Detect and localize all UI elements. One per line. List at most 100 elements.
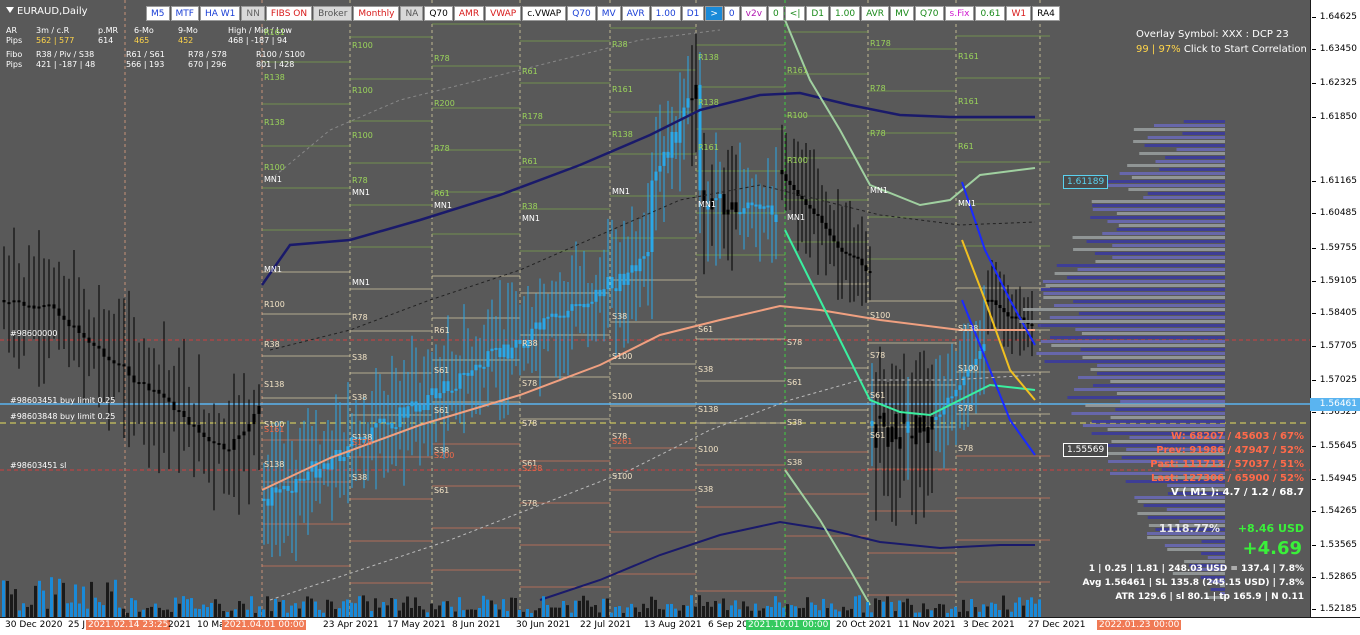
volume-profile-bar xyxy=(1043,292,1225,295)
volume-profile-bar xyxy=(1166,508,1225,511)
level-label: MN1 xyxy=(698,200,716,209)
time-axis[interactable]: 30 Dec 2020 25 J 2021.02.14 23:25 2021 10 Ma… xyxy=(0,617,1360,635)
candle-body xyxy=(302,478,306,481)
volume-bar xyxy=(342,601,345,617)
volume-bar xyxy=(366,601,369,617)
order-label[interactable]: #98603848 buy limit 0.25 xyxy=(10,412,115,421)
volume-bar xyxy=(122,608,125,617)
volume-profile-bar xyxy=(1116,392,1225,395)
volume-profile-bar xyxy=(1107,220,1225,223)
correlation-link[interactable]: 99 | 97% Click to Start Correlation xyxy=(1136,42,1307,57)
order-label[interactable]: #98603451 sl xyxy=(10,461,66,470)
toolbar-button[interactable]: MTF xyxy=(170,6,199,21)
toolbar-button[interactable]: > xyxy=(705,6,723,21)
candle-body xyxy=(506,344,510,359)
toolbar-button[interactable]: Q70 xyxy=(567,6,596,21)
stats-value: 465 xyxy=(134,36,150,45)
toolbar-button[interactable]: RA4 xyxy=(1032,6,1060,21)
candle-body xyxy=(722,194,726,215)
toolbar-button[interactable]: 1.00 xyxy=(830,6,861,21)
volume-profile-bar xyxy=(1119,172,1225,175)
volume-bar xyxy=(150,606,153,617)
volume-bar xyxy=(250,596,253,617)
toolbar-button[interactable]: VWAP xyxy=(485,6,522,21)
candle-body xyxy=(658,165,662,172)
candle-body xyxy=(910,435,914,439)
volume-bar xyxy=(982,604,985,617)
time-tick: 8 Jun 2021 xyxy=(452,620,501,630)
volume-bar xyxy=(306,596,309,617)
candle-body xyxy=(870,420,874,426)
candle-body xyxy=(614,288,618,292)
toolbar-button[interactable]: c.VWAP xyxy=(522,6,567,21)
toolbar-button[interactable]: HA W1 xyxy=(199,6,241,21)
order-label[interactable]: #98600000 xyxy=(10,329,57,338)
price-chart[interactable] xyxy=(0,0,1310,617)
toolbar-button[interactable]: v2v xyxy=(740,6,768,21)
stats-value: 562 | 577 xyxy=(36,36,75,45)
volume-profile-bar xyxy=(1074,388,1225,391)
level-label: S78 xyxy=(787,338,803,347)
volume-bar xyxy=(766,605,769,617)
price-tag-upper[interactable]: 1.61189 xyxy=(1063,175,1109,189)
toolbar-button[interactable]: AMR xyxy=(453,6,485,21)
toolbar-button[interactable]: Monthly xyxy=(353,6,400,21)
toolbar-button[interactable]: FIBS ON xyxy=(265,6,313,21)
toolbar-button[interactable]: MV xyxy=(596,6,621,21)
candle-body xyxy=(482,366,486,369)
toolbar-button[interactable]: MV xyxy=(890,6,914,21)
candle-body xyxy=(112,360,116,364)
toolbar-button[interactable]: M5 xyxy=(146,6,170,21)
overlay-info[interactable]: Overlay Symbol: XXX : DCP 23 99 | 97% Cl… xyxy=(1136,27,1307,57)
volume-profile-bar xyxy=(1095,260,1225,263)
toolbar-button[interactable]: AVR xyxy=(621,6,650,21)
toolbar-button[interactable]: Q70 xyxy=(424,6,453,21)
volume-bar xyxy=(390,598,393,617)
volume-profile-bar xyxy=(1022,308,1225,311)
price-tag-lower[interactable]: 1.55569 xyxy=(1063,443,1109,457)
candle-body xyxy=(434,388,438,399)
volume-bar xyxy=(850,608,853,617)
candle-body xyxy=(162,393,166,398)
price-axis[interactable]: 1.64625 1.63450 1.62325 1.61850 1.61165 1.604… xyxy=(1310,0,1360,617)
toolbar-button[interactable]: D1 xyxy=(806,6,830,21)
toolbar-button[interactable]: W1 xyxy=(1006,6,1032,21)
volume-bar xyxy=(938,603,941,617)
order-label[interactable]: #98603451 buy limit 0.25 xyxy=(10,396,115,405)
candle-body xyxy=(808,204,812,209)
candle-body xyxy=(734,202,738,213)
volume-profile-bar xyxy=(1110,416,1225,419)
candle-body xyxy=(852,255,856,258)
volume-profile-bar xyxy=(1101,180,1225,183)
volume-profile-bar xyxy=(1044,360,1225,363)
toolbar-button[interactable]: 0.61 xyxy=(975,6,1006,21)
toolbar-button[interactable]: NN xyxy=(241,6,265,21)
volume-bar xyxy=(46,608,49,617)
volume-bar xyxy=(114,579,117,617)
toolbar-button[interactable]: 1.00 xyxy=(650,6,681,21)
toolbar-button[interactable]: Q70 xyxy=(914,6,944,21)
toolbar-button[interactable]: Broker xyxy=(313,6,353,21)
time-tick: 2021 xyxy=(168,620,191,630)
toolbar-button[interactable]: 0 xyxy=(723,6,740,21)
volume-bar xyxy=(834,609,837,617)
volume-bar xyxy=(106,582,109,617)
candle-body xyxy=(12,300,16,303)
volume-bar xyxy=(974,607,977,617)
candle-body xyxy=(646,251,650,257)
candle-body xyxy=(958,385,962,390)
toolbar-button[interactable]: s.Fix xyxy=(944,6,975,21)
toolbar-button[interactable]: NA xyxy=(400,6,424,21)
candle-body xyxy=(820,215,824,223)
volume-bar xyxy=(810,602,813,617)
volume-profile-bar xyxy=(1092,208,1225,211)
candle-body xyxy=(746,202,750,209)
toolbar-button[interactable]: D1 xyxy=(681,6,705,21)
stats-value: 614 xyxy=(98,36,114,45)
toolbar-button[interactable]: AVR xyxy=(861,6,890,21)
candle-body xyxy=(318,468,322,478)
level-label: S38 xyxy=(352,353,368,362)
volume-profile-bar xyxy=(1092,384,1225,387)
toolbar-button[interactable]: <| xyxy=(784,6,806,21)
toolbar-button[interactable]: 0 xyxy=(768,6,784,21)
